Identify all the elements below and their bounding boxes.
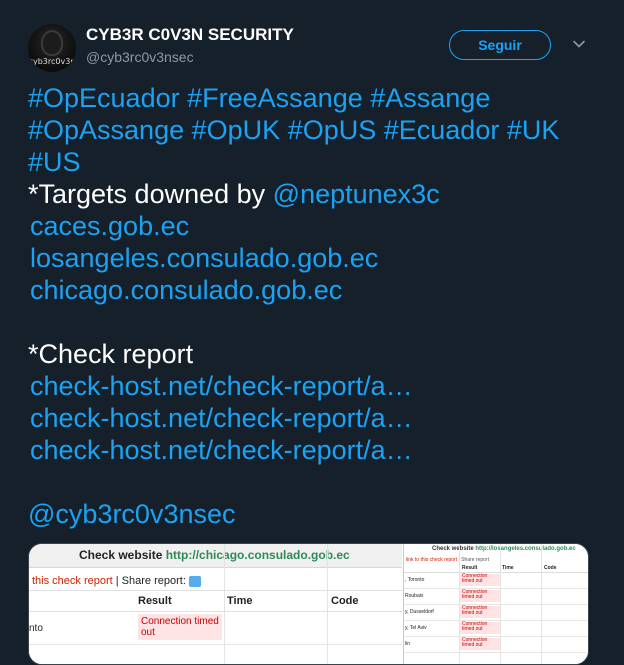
row-result: Connection timed out	[460, 622, 500, 634]
report-share-text: | Share report:	[112, 575, 186, 587]
report-title-prefix: Check website	[79, 548, 163, 562]
row-location: y, Tel Aviv	[405, 625, 427, 631]
row-result: Connection timed out	[460, 606, 500, 618]
report-title: Check website http://chicago.consulado.g…	[79, 548, 350, 562]
report-title-prefix: Check website	[432, 546, 474, 552]
user-display-name[interactable]: CYB3R C0V3N SECURITY	[86, 25, 294, 45]
target-domain-link[interactable]: losangeles.consulado.gob.ec	[30, 243, 378, 273]
table-row: y, Dusseldorf Connection timed out	[404, 605, 588, 621]
report-header: Check website http://chicago.consulado.g…	[29, 544, 402, 568]
target-domain-row: caces.gob.ec	[28, 210, 598, 242]
hashtag-link[interactable]: #Ecuador	[384, 115, 500, 145]
tweet-header: cyb3rc0v3n CYB3R C0V3N SECURITY @cyb3rc0…	[28, 24, 598, 74]
check-link-row: check-host.net/check-report/a…	[28, 434, 598, 466]
table-divider	[224, 544, 225, 664]
media-image-right[interactable]: Check website http://losangeles.consulad…	[403, 544, 588, 664]
twitter-share-icon	[188, 575, 201, 587]
chevron-down-icon[interactable]	[571, 36, 587, 52]
table-divider	[459, 544, 460, 664]
hashtag-link[interactable]: #OpUK	[192, 115, 281, 145]
row-result: Connection timed out	[460, 638, 500, 650]
check-report-link[interactable]: check-host.net/check-report/a…	[30, 435, 413, 465]
column-header: Result	[462, 565, 478, 571]
report-column-headers: Result Time Code	[29, 590, 402, 612]
row-location: nto	[29, 623, 43, 634]
column-header: Code	[331, 595, 359, 607]
hashtag-line: #US	[28, 146, 598, 178]
table-divider	[500, 544, 501, 664]
hashtag-link[interactable]: #UK	[507, 115, 560, 145]
column-header: Time	[502, 565, 514, 571]
check-link-row: check-host.net/check-report/a…	[28, 402, 598, 434]
report-title: Check website http://losangeles.consulad…	[432, 546, 576, 552]
target-domain-link[interactable]: caces.gob.ec	[30, 211, 189, 241]
check-report-link[interactable]: check-host.net/check-report/a…	[30, 403, 413, 433]
hashtag-link[interactable]: #OpUS	[288, 115, 377, 145]
row-result: Connection timed out	[138, 614, 222, 640]
avatar[interactable]: cyb3rc0v3n	[28, 24, 76, 72]
report-title-url: http://losangeles.consulado.gob.ec	[475, 546, 576, 552]
avatar-mask-graphic	[41, 30, 63, 56]
hashtag-link[interactable]: #Assange	[370, 83, 490, 113]
avatar-text: cyb3rc0v3n	[28, 57, 76, 66]
target-domain-link[interactable]: chicago.consulado.gob.ec	[30, 275, 342, 305]
line-spacer	[28, 306, 598, 338]
report-share-text: | Share report	[457, 557, 490, 563]
target-domain-row: losangeles.consulado.gob.ec	[28, 242, 598, 274]
table-row: , Toronto Connection timed out	[404, 573, 588, 589]
column-header: Time	[227, 595, 253, 607]
media-attachment[interactable]: Check website http://chicago.consulado.g…	[28, 543, 589, 665]
row-location: Roubaix	[405, 593, 424, 599]
follow-button[interactable]: Seguir	[449, 30, 551, 60]
targets-line: *Targets downed by @neptunex3c	[28, 178, 598, 210]
mention-link[interactable]: @neptunex3c	[273, 179, 440, 209]
column-header: Code	[544, 565, 557, 571]
table-row: y, Tel Aviv Connection timed out	[404, 621, 588, 637]
hashtag-link[interactable]: #OpAssange	[28, 115, 184, 145]
row-location: , Toronto	[405, 577, 425, 583]
report-column-headers: Result Time Code	[404, 564, 588, 573]
row-location: lin	[405, 641, 411, 647]
report-link: link to this check report	[406, 557, 458, 563]
check-report-label: *Check report	[28, 339, 194, 369]
table-divider	[327, 544, 328, 664]
targets-prefix: *Targets downed by	[28, 179, 273, 209]
report-subline: this check report | Share report:	[32, 575, 201, 587]
hashtag-link[interactable]: #US	[28, 147, 81, 177]
hashtag-line: #OpEcuador #FreeAssange #Assange	[28, 82, 598, 114]
check-link-row: check-host.net/check-report/a…	[28, 370, 598, 402]
user-handle[interactable]: @cyb3rc0v3nsec	[86, 49, 194, 65]
row-location: y, Dusseldorf	[405, 609, 434, 615]
row-result: Connection timed out	[460, 574, 500, 586]
check-report-link[interactable]: check-host.net/check-report/a…	[30, 371, 413, 401]
target-domain-row: chicago.consulado.gob.ec	[28, 274, 598, 306]
media-image-left[interactable]: Check website http://chicago.consulado.g…	[29, 544, 402, 664]
hashtag-link[interactable]: #OpEcuador	[28, 83, 180, 113]
table-row: nto Connection timed out	[29, 612, 402, 645]
table-divider	[541, 544, 542, 664]
table-row: Roubaix Connection timed out	[404, 589, 588, 605]
report-link: this check report	[32, 575, 113, 587]
hashtag-line: #OpAssange #OpUK #OpUS #Ecuador #UK	[28, 114, 598, 146]
report-subline: link to this check report | Share report	[406, 557, 489, 563]
hashtag-link[interactable]: #FreeAssange	[187, 83, 363, 113]
tweet-text: #OpEcuador #FreeAssange #Assange #OpAssa…	[28, 82, 598, 530]
column-header: Result	[138, 595, 172, 607]
report-title-url: http://chicago.consulado.gob.ec	[165, 548, 350, 562]
mention-row: @cyb3rc0v3nsec	[28, 498, 598, 530]
line-spacer	[28, 466, 598, 498]
mention-link[interactable]: @cyb3rc0v3nsec	[28, 499, 236, 529]
row-result: Connection timed out	[460, 590, 500, 602]
